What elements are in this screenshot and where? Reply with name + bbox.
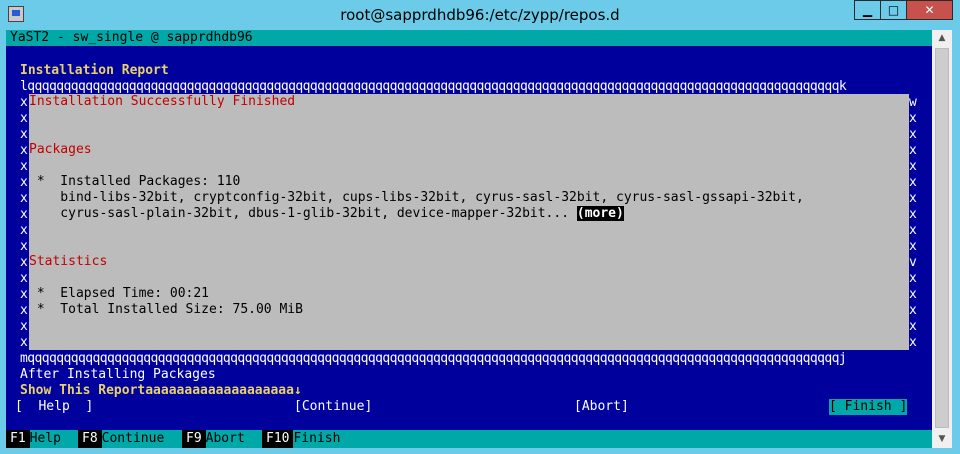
fkey-finish[interactable]: F10 Finish <box>262 430 341 448</box>
success-message: Installation Successfully Finished <box>29 94 296 109</box>
scroll-down-arrow-icon[interactable]: ▼ <box>932 431 952 448</box>
frame-top-border: lqqqqqqqqqqqqqqqqqqqqqqqqqqqqqqqqqqqqqqq… <box>20 79 847 94</box>
installed-size-line: * Total Installed Size: 75.00 MiB <box>29 302 303 317</box>
close-button[interactable]: ✕ <box>906 0 953 20</box>
statistics-heading: Statistics <box>29 254 108 269</box>
frame-bottom-border: mqqqqqqqqqqqqqqqqqqqqqqqqqqqqqqqqqqqqqqq… <box>20 351 847 366</box>
more-link[interactable]: (more) <box>576 206 624 221</box>
fkey-abort[interactable]: F9 Abort <box>182 430 245 448</box>
installed-packages-line: * Installed Packages: 110 <box>29 174 241 189</box>
dialog-title: Installation Report <box>20 63 169 78</box>
finish-button[interactable]: [ Finish ] <box>829 399 908 415</box>
combobox-fill: aaaaaaaaaaaaaaaaaaa <box>145 383 294 398</box>
fkey-continue[interactable]: F8 Continue <box>78 430 165 448</box>
elapsed-time-line: * Elapsed Time: 00:21 <box>29 286 210 301</box>
window-right-edge <box>952 30 960 454</box>
fkey-help[interactable]: F1 Help <box>6 430 61 448</box>
window-title: root@sapprdhdb96:/etc/zypp/repos.d <box>340 6 620 24</box>
after-installing-label: After Installing Packages <box>20 367 216 382</box>
package-list-line-1: bind-libs-32bit, cryptconfig-32bit, cups… <box>29 190 804 205</box>
scroll-up-arrow-icon[interactable]: ▲ <box>932 30 952 47</box>
report-richtext[interactable]: Installation Successfully Finished Packa… <box>29 94 909 350</box>
abort-button[interactable]: [Abort] <box>574 399 629 415</box>
terminal-area[interactable]: YaST2 - sw_single @ sapprdhdb96 Installa… <box>6 30 932 448</box>
continue-button[interactable]: [Continue] <box>294 399 372 415</box>
yast-header-text: YaST2 - sw_single @ sapprdhdb96 <box>10 30 253 45</box>
package-list-line-2: cyrus-sasl-plain-32bit, dbus-1-glib-32bi… <box>29 206 624 221</box>
minimize-button[interactable]: ▁ <box>854 0 881 20</box>
packages-heading: Packages <box>29 142 92 157</box>
yast-header-bar: YaST2 - sw_single @ sapprdhdb96 <box>6 30 932 46</box>
scroll-down-marker: v <box>909 255 917 270</box>
window-bottom-edge <box>0 448 952 454</box>
show-report-combobox[interactable]: Show This Reportaaaaaaaaaaaaaaaaaaa↓ <box>20 383 302 399</box>
combobox-arrow-icon: ↓ <box>293 383 302 398</box>
help-button[interactable]: [ Help ] <box>15 399 93 415</box>
window-scrollbar[interactable]: ▲ ▼ <box>932 30 952 448</box>
scroll-top-marker: w <box>909 95 917 110</box>
show-report-value: Show This Report <box>20 383 146 398</box>
maximize-button[interactable]: □ <box>880 0 907 20</box>
window-titlebar: root@sapprdhdb96:/etc/zypp/repos.d ▁ □ ✕ <box>0 0 960 30</box>
scrollbar-thumb[interactable] <box>935 48 949 428</box>
